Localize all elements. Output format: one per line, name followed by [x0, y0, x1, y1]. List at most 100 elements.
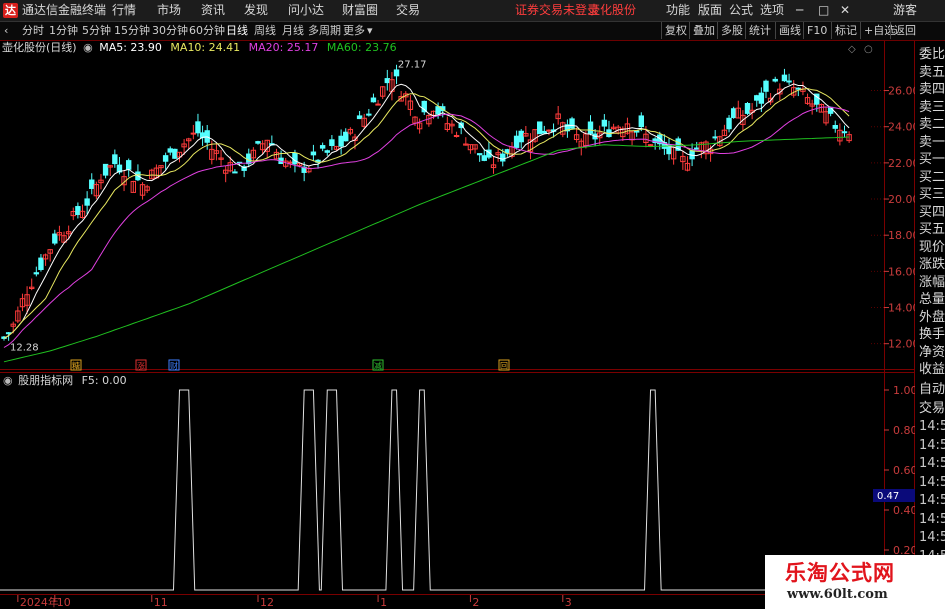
candle-body — [795, 87, 802, 90]
candle-body — [569, 118, 575, 129]
candle-body — [786, 80, 792, 83]
quote-label: 买四 — [919, 204, 945, 220]
y-tick-label: 20.00 — [888, 193, 915, 206]
candle-body — [832, 125, 838, 129]
x-tick-label: 12 — [260, 596, 274, 609]
current-value-label: 0.47 — [877, 491, 899, 502]
indicator-settings-icon[interactable]: ◉ — [3, 374, 13, 387]
indicator-value: F5: 0.00 — [81, 374, 127, 387]
diamond-icon: ◇ — [848, 44, 856, 55]
candle-body — [292, 152, 298, 165]
candle-body — [781, 74, 788, 82]
candle-body — [375, 103, 381, 106]
candle-body — [310, 151, 317, 156]
ind-y-tick-label: 0.60 — [893, 464, 915, 477]
candle-body — [476, 153, 483, 156]
candle-body — [587, 121, 594, 134]
candle-body — [730, 108, 737, 119]
ind-y-tick-label: 1.00 — [893, 384, 915, 397]
ma10-label: MA10: 24.41 — [170, 41, 241, 54]
y-tick-label: 12.00 — [888, 338, 915, 351]
ma20-label: MA20: 25.17 — [248, 41, 319, 54]
quote-panel: 委比 卖五 卖四 卖三 卖二 卖一 买一 买二 买三 买四 买五 现价 涨跌 涨幅 总量 外盘 换手 净资 收益 自动… — [915, 41, 945, 609]
quote-label: 卖五 — [919, 64, 945, 80]
ind-y-tick-label: 0.80 — [893, 424, 915, 437]
y-tick-label: 14.00 — [888, 302, 915, 315]
quote-label: 卖一 — [919, 134, 945, 150]
quote-label: 买三 — [919, 187, 945, 202]
kline-chart[interactable]: 12.00 14.00 16.00 18.00 20.00 22.00 24.00 26.00… — [0, 0, 915, 609]
ind-y-tick-label: 0.40 — [893, 504, 915, 517]
time-label: 14:54 — [919, 437, 945, 453]
candle-body — [232, 171, 238, 174]
price-annotation: 27.17 — [398, 59, 427, 70]
y-tick-label: 26.00 — [888, 85, 915, 98]
time-label: 14:55 — [919, 493, 945, 508]
candle-body — [772, 78, 778, 82]
candle-body — [504, 149, 511, 154]
quote-label: 收益 — [919, 362, 945, 377]
candle-body — [319, 145, 326, 149]
candle-body — [758, 92, 765, 104]
candle-body — [338, 135, 344, 147]
quote-label: 总量 — [919, 292, 945, 307]
candle-body — [633, 130, 640, 133]
candle-body — [5, 332, 12, 335]
candle-body — [393, 69, 400, 77]
candle-body — [324, 150, 330, 153]
candle-body — [89, 179, 95, 189]
event-marker-label: 糖 — [72, 361, 80, 371]
time-label: 14:54 — [919, 456, 945, 471]
candle-body — [167, 148, 173, 153]
trade-label: 交易 — [919, 400, 945, 416]
event-marker-label: 减 — [374, 361, 382, 371]
y-tick-label: 24.00 — [888, 121, 915, 134]
indicator-name: 股朋指标网 — [18, 374, 74, 387]
quote-label: 买二 — [919, 169, 945, 185]
candle-body — [370, 97, 377, 103]
candle-body — [638, 115, 644, 128]
indicator-info-line: ◉ 股朋指标网 F5: 0.00 — [0, 374, 127, 388]
trade-label: 自动 — [919, 382, 945, 397]
quote-label: 委比 — [919, 47, 945, 62]
candle-body — [754, 95, 760, 101]
settings-circle-icon[interactable]: ◉ — [83, 41, 93, 54]
candle-body — [726, 117, 732, 130]
time-label: 14:56 — [919, 530, 945, 545]
quote-label: 涨跌 — [919, 257, 945, 272]
quote-label: 外盘 — [919, 309, 945, 325]
candle-body — [647, 144, 654, 147]
quote-label: 卖三 — [919, 99, 945, 115]
candle-body — [33, 272, 40, 275]
time-label: 14:55 — [919, 511, 945, 527]
candle-body — [190, 132, 197, 135]
event-marker-label: 涨 — [137, 361, 145, 371]
candle-body — [343, 131, 349, 142]
quote-label: 卖四 — [919, 82, 945, 97]
x-tick-label: 2 — [472, 596, 479, 609]
x-tick-label: 1 — [380, 596, 387, 609]
candle-body — [541, 130, 548, 134]
ma-info-line: 壶化股份(日线) ◉ MA5: 23.90 MA10: 24.41 MA20: … — [0, 41, 397, 55]
candle-body — [255, 141, 261, 144]
event-marker-label: 回 — [500, 362, 508, 371]
watermark-title: 乐淘公式网 — [785, 561, 895, 585]
y-tick-label: 16.00 — [888, 265, 915, 278]
candle-body — [38, 257, 44, 270]
candle-body — [546, 129, 552, 132]
candle-body — [500, 153, 506, 162]
quote-label: 净资 — [919, 344, 945, 360]
candle-body — [75, 206, 81, 215]
candle-body — [841, 131, 848, 134]
candle-body — [356, 115, 363, 120]
x-tick-label: 3 — [565, 596, 572, 609]
x-tick-label: 11 — [154, 596, 168, 609]
candle-body — [763, 80, 769, 92]
candle-body — [162, 155, 169, 162]
circle-icon: ○ — [864, 44, 873, 55]
candle-body — [712, 136, 718, 139]
event-marker-label: 财 — [170, 361, 178, 371]
candle-body — [513, 135, 520, 148]
ma60-label: MA60: 23.76 — [326, 41, 397, 54]
quote-label: 现价 — [919, 239, 945, 255]
